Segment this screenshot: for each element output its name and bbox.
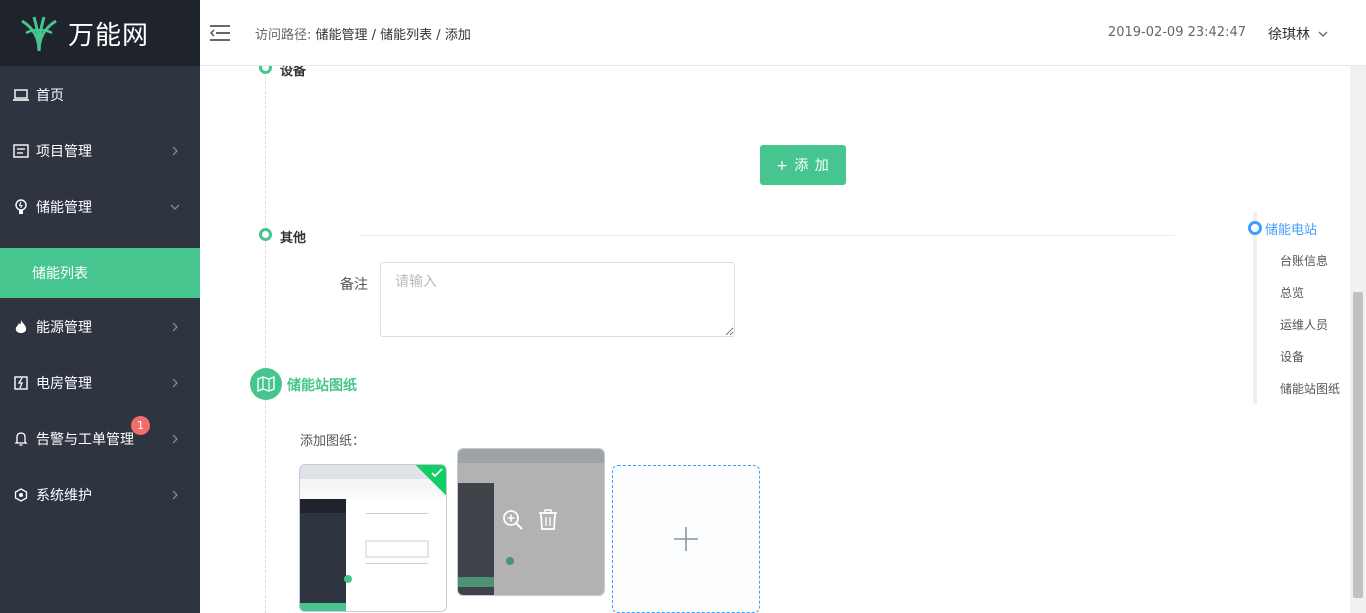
chevron-right-icon [172, 490, 178, 500]
section-divider [360, 235, 1175, 236]
drawing-section-title: 储能站图纸 [287, 378, 357, 394]
laptop-icon [12, 86, 30, 104]
timeline-line [265, 66, 266, 613]
timeline-node [259, 66, 272, 74]
sidebar-subitem-storage-list[interactable]: 储能列表 [0, 248, 200, 298]
sidebar-item-label: 电房管理 [36, 376, 92, 392]
anchor-link-overview[interactable]: 总览 [1280, 284, 1304, 301]
drawing-preview-image [300, 465, 446, 611]
sidebar-item-projects[interactable]: 项目管理 [0, 131, 200, 171]
logo-text: 万能网 [68, 20, 150, 51]
anchor-track [1253, 212, 1257, 404]
breadcrumb-path[interactable]: 储能管理 / 储能列表 / 添加 [316, 28, 471, 43]
check-icon [431, 468, 443, 478]
sidebar-item-label: 储能管理 [36, 200, 92, 216]
drawing-thumbnail[interactable] [457, 448, 605, 596]
breadcrumb-label: 访问路径: [255, 28, 312, 43]
chevron-right-icon [172, 434, 178, 444]
chevron-right-icon [172, 146, 178, 156]
alarm-count-badge: 1 [131, 416, 150, 435]
sidebar-item-energy-storage[interactable]: 储能管理 [0, 187, 200, 227]
drawing-thumbnail[interactable] [299, 464, 447, 612]
anchor-link-station[interactable]: 储能电站 [1265, 219, 1317, 238]
chevron-down-icon [170, 204, 180, 210]
sidebar-item-power-room[interactable]: 电房管理 [0, 363, 200, 403]
sidebar-item-label: 系统维护 [36, 488, 92, 504]
bell-icon [12, 430, 30, 448]
system-icon [12, 486, 30, 504]
scrollbar-thumb[interactable] [1353, 292, 1363, 598]
section-title-device: 设备 [280, 66, 307, 79]
sidebar: 万能网 首页 项目管理 储能管理 储能列表 能源管理 电房管理 告警与工单管理 … [0, 0, 200, 613]
sidebar-item-alarms[interactable]: 告警与工单管理 [0, 419, 200, 459]
sidebar-item-label: 能源管理 [36, 320, 92, 336]
add-drawing-label: 添加图纸： [300, 434, 366, 449]
anchor-navigation: 储能电站 台账信息 总览 运维人员 设备 储能站图纸 [1248, 212, 1350, 404]
drawing-preview-image [458, 449, 604, 595]
breadcrumb: 访问路径: 储能管理 / 储能列表 / 添加 [255, 24, 471, 43]
username: 徐琪林 [1268, 27, 1310, 43]
chevron-down-icon [1318, 31, 1328, 37]
anchor-indicator [1248, 221, 1262, 235]
zoom-in-icon[interactable] [502, 509, 524, 531]
user-menu[interactable]: 徐琪林 [1268, 24, 1330, 44]
main-content: 设备 + 添 加 其他 备注 储能站图纸 添加图纸： [200, 66, 1350, 613]
logo-icon [21, 16, 57, 52]
sidebar-item-label: 储能列表 [32, 266, 88, 282]
project-icon [12, 142, 30, 160]
anchor-link-device[interactable]: 设备 [1280, 348, 1304, 365]
section-title-other: 其他 [280, 231, 307, 246]
anchor-link-staff[interactable]: 运维人员 [1280, 316, 1328, 333]
top-header: 访问路径: 储能管理 / 储能列表 / 添加 2019-02-09 23:42:… [200, 0, 1366, 66]
vertical-scrollbar[interactable] [1350, 66, 1366, 613]
anchor-link-ledger[interactable]: 台账信息 [1280, 252, 1328, 269]
current-datetime: 2019-02-09 23:42:47 [1107, 25, 1246, 40]
menu-collapse-icon[interactable] [210, 24, 230, 42]
sidebar-item-energy[interactable]: 能源管理 [0, 307, 200, 347]
add-device-button[interactable]: + 添 加 [760, 145, 846, 185]
map-icon [250, 368, 282, 400]
sidebar-item-label: 项目管理 [36, 144, 92, 160]
upload-drawing-button[interactable] [612, 465, 760, 613]
logo: 万能网 [0, 0, 200, 66]
energy-storage-icon [12, 198, 30, 216]
sidebar-item-label: 首页 [36, 88, 64, 104]
timeline-node [259, 228, 272, 241]
remark-label: 备注 [340, 277, 368, 293]
sidebar-item-system[interactable]: 系统维护 [0, 475, 200, 515]
flame-icon [12, 318, 30, 336]
anchor-link-drawings[interactable]: 储能站图纸 [1280, 380, 1340, 397]
plus-icon [674, 527, 698, 551]
remark-textarea[interactable] [380, 262, 735, 337]
chevron-right-icon [172, 322, 178, 332]
delete-icon[interactable] [538, 509, 558, 531]
chevron-right-icon [172, 378, 178, 388]
power-room-icon [12, 374, 30, 392]
sidebar-item-label: 告警与工单管理 [36, 432, 134, 448]
sidebar-item-home[interactable]: 首页 [0, 75, 200, 115]
